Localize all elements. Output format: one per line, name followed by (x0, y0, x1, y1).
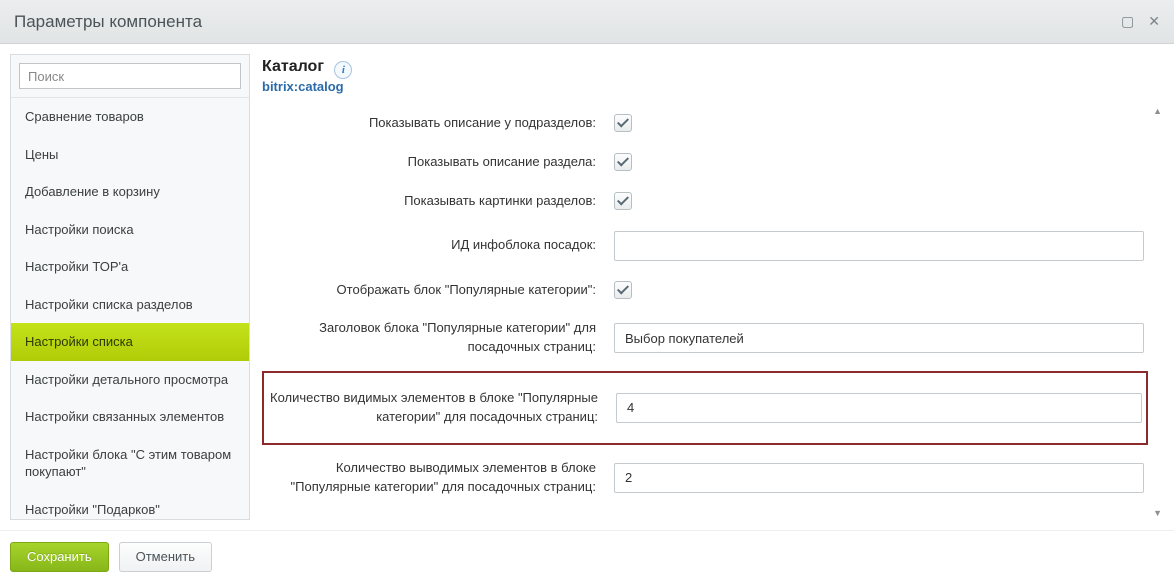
main-header: Каталог i bitrix:catalog (262, 54, 1164, 104)
sidebar-item[interactable]: Настройки ТОР'а (11, 248, 249, 286)
row-label: Показывать описание раздела: (266, 153, 596, 172)
row-label: Количество выводимых элементов в блоке "… (266, 459, 596, 497)
row-control (614, 192, 1144, 210)
row-label: Заголовок блока "Популярные категории" д… (266, 319, 596, 357)
sidebar-item[interactable]: Настройки списка разделов (11, 286, 249, 324)
scroll-down-icon[interactable]: ▼ (1153, 508, 1162, 518)
row-control (616, 393, 1142, 423)
window-title: Параметры компонента (14, 12, 202, 32)
window-controls: ▢ ✕ (1121, 13, 1160, 30)
row-label: ИД инфоблока посадок: (266, 236, 596, 255)
checkbox-show-subsection-desc[interactable] (614, 114, 632, 132)
maximize-icon[interactable]: ▢ (1121, 13, 1134, 30)
component-id: bitrix:catalog (262, 79, 352, 94)
row-label: Отображать блок "Популярные категории": (266, 281, 596, 300)
info-icon[interactable]: i (334, 61, 352, 79)
save-button[interactable]: Сохранить (10, 542, 109, 572)
close-icon[interactable]: ✕ (1148, 13, 1160, 30)
form-row-show-popular-block: Отображать блок "Популярные категории": (262, 271, 1148, 310)
dialog-footer: Сохранить Отменить (0, 530, 1174, 582)
row-control (614, 281, 1144, 299)
form-row-show-subsection-desc: Показывать описание у подразделов: (262, 104, 1148, 143)
row-control (614, 153, 1144, 171)
form-row-popular-output-count: Количество выводимых элементов в блоке "… (262, 449, 1148, 507)
main-header-text: Каталог i bitrix:catalog (262, 58, 352, 94)
form-scroll[interactable]: ▲ Показывать описание у подразделов: Пок… (262, 104, 1164, 520)
input-popular-title[interactable] (614, 323, 1144, 353)
page-title: Каталог i (262, 58, 352, 77)
sidebar-item[interactable]: Цены (11, 136, 249, 174)
sidebar-item[interactable]: Настройки связанных элементов (11, 398, 249, 436)
form-row-show-section-images: Показывать картинки разделов: (262, 182, 1148, 221)
search-wrap (11, 55, 249, 98)
form-row-show-section-desc: Показывать описание раздела: (262, 143, 1148, 182)
cancel-button[interactable]: Отменить (119, 542, 212, 572)
sidebar-item[interactable]: Настройки детального просмотра (11, 361, 249, 399)
search-input[interactable] (19, 63, 241, 89)
titlebar: Параметры компонента ▢ ✕ (0, 0, 1174, 44)
sidebar-item-active[interactable]: Настройки списка (11, 323, 249, 361)
row-control (614, 323, 1144, 353)
sidebar-item[interactable]: Настройки "Подарков" (11, 491, 249, 519)
sidebar-item[interactable]: Настройки блока "С этим товаром покупают… (11, 436, 249, 491)
checkbox-show-popular-block[interactable] (614, 281, 632, 299)
row-label: Количество видимых элементов в блоке "По… (268, 389, 598, 427)
input-popular-visible-count[interactable] (616, 393, 1142, 423)
form-row-popular-title: Заголовок блока "Популярные категории" д… (262, 309, 1148, 367)
scroll-up-icon[interactable]: ▲ (1153, 106, 1162, 116)
row-label: Показывать картинки разделов: (266, 192, 596, 211)
sidebar-item[interactable]: Добавление в корзину (11, 173, 249, 211)
main-pane: Каталог i bitrix:catalog ▲ Показывать оп… (262, 54, 1164, 520)
sidebar-item[interactable]: Настройки поиска (11, 211, 249, 249)
sidebar: Сравнение товаров Цены Добавление в корз… (10, 54, 250, 520)
form-row-landing-iblock-id: ИД инфоблока посадок: (262, 221, 1148, 271)
checkbox-show-section-images[interactable] (614, 192, 632, 210)
sidebar-item[interactable]: Сравнение товаров (11, 98, 249, 136)
dialog-window: Параметры компонента ▢ ✕ Сравнение товар… (0, 0, 1174, 582)
dialog-body: Сравнение товаров Цены Добавление в корз… (0, 44, 1174, 530)
heading-text: Каталог (262, 58, 324, 75)
input-popular-output-count[interactable] (614, 463, 1144, 493)
row-control (614, 231, 1144, 261)
row-control (614, 114, 1144, 132)
checkbox-show-section-desc[interactable] (614, 153, 632, 171)
form-row-popular-visible-count: Количество видимых элементов в блоке "По… (262, 371, 1148, 445)
row-control (614, 463, 1144, 493)
row-label: Показывать описание у подразделов: (266, 114, 596, 133)
nav-list[interactable]: Сравнение товаров Цены Добавление в корз… (11, 98, 249, 519)
input-landing-iblock-id[interactable] (614, 231, 1144, 261)
